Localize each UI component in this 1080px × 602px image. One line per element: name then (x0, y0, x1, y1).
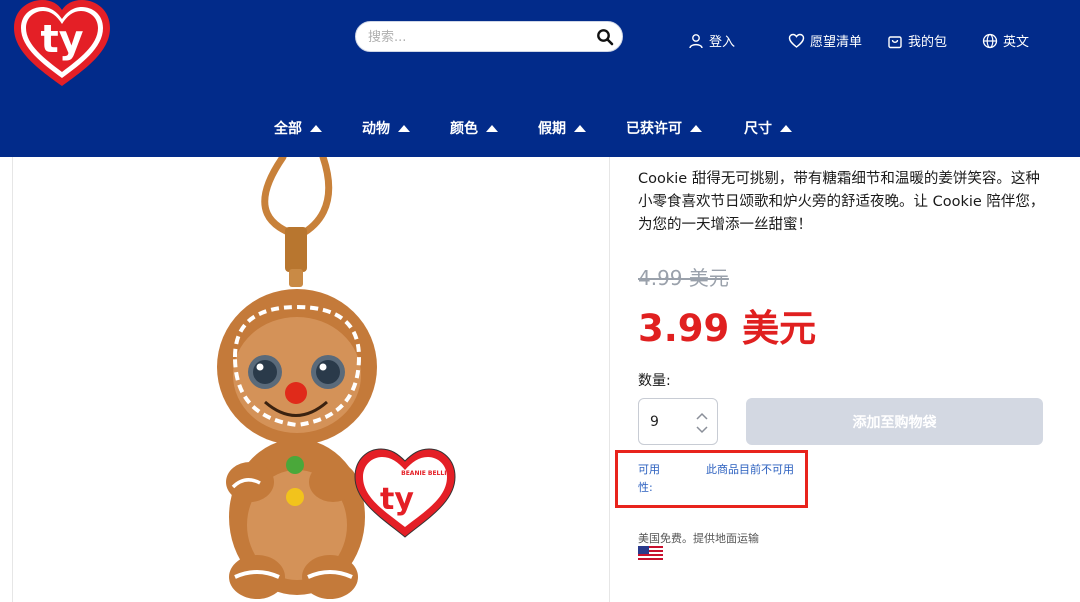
availability-label: 可用性: (638, 463, 660, 494)
product-image: ty BEANIE BELLIES (217, 157, 456, 599)
wishlist-link[interactable]: 愿望清单 (788, 31, 862, 50)
nav-item-holidays[interactable]: 假期 (538, 118, 586, 138)
caret-up-icon (690, 124, 702, 132)
caret-up-icon (310, 124, 322, 132)
quantity-input[interactable] (650, 411, 690, 433)
stepper-arrows-icon[interactable] (695, 410, 709, 436)
product-description: Cookie 甜得无可挑剔，带有糖霜细节和温暖的姜饼笑容。这种小零食喜欢节日颂歌… (638, 171, 1045, 233)
svg-text:BEANIE BELLIES: BEANIE BELLIES (401, 470, 455, 477)
ty-logo[interactable]: ty (10, 0, 114, 88)
nav-label: 颜色 (450, 121, 478, 137)
nav-item-colors[interactable]: 颜色 (450, 118, 498, 138)
nav-item-animals[interactable]: 动物 (362, 118, 410, 138)
caret-up-icon (486, 124, 498, 132)
bag-icon (888, 35, 902, 48)
language-selector[interactable]: 英文 (982, 31, 1029, 50)
svg-text:ty: ty (380, 482, 414, 517)
nav-label: 尺寸 (744, 121, 772, 137)
quantity-label: 数量: (638, 373, 671, 389)
wishlist-label: 愿望清单 (810, 35, 863, 50)
add-to-bag-button[interactable]: 添加至购物袋 (746, 398, 1043, 445)
nav-item-licensed[interactable]: 已获许可 (626, 118, 702, 138)
search-input[interactable] (368, 27, 588, 47)
original-price: 4.99 美元 (638, 266, 729, 290)
bag-link[interactable]: 我的包 (887, 31, 947, 50)
sale-price: 3.99 美元 (638, 307, 817, 350)
availability-status: 此商品目前不可用 (706, 463, 794, 476)
user-icon (689, 33, 703, 48)
login-label: 登入 (709, 35, 736, 50)
nav-item-all[interactable]: 全部 (274, 118, 322, 138)
nav-label: 动物 (362, 121, 390, 137)
search-bar (355, 21, 623, 52)
language-label: 英文 (1003, 35, 1030, 50)
nav-label: 已获许可 (626, 121, 682, 137)
quantity-stepper (638, 398, 718, 445)
shipping-info: 美国免费。提供地面运输 (638, 532, 759, 545)
nav-label: 全部 (274, 121, 302, 137)
bag-label: 我的包 (908, 35, 948, 50)
globe-icon (982, 33, 998, 48)
nav-label: 假期 (538, 121, 566, 137)
divider (12, 157, 13, 602)
svg-text:ty: ty (41, 17, 84, 61)
divider (609, 157, 610, 602)
site-header: ty 登入 愿望清单 我的包 英文 (0, 0, 1080, 157)
caret-up-icon (574, 124, 586, 132)
search-icon[interactable] (596, 28, 614, 46)
login-link[interactable]: 登入 (688, 31, 735, 50)
us-flag-icon (638, 546, 663, 560)
heart-icon (788, 33, 805, 48)
caret-up-icon (398, 124, 410, 132)
caret-up-icon (780, 124, 792, 132)
nav-item-size[interactable]: 尺寸 (744, 118, 792, 138)
